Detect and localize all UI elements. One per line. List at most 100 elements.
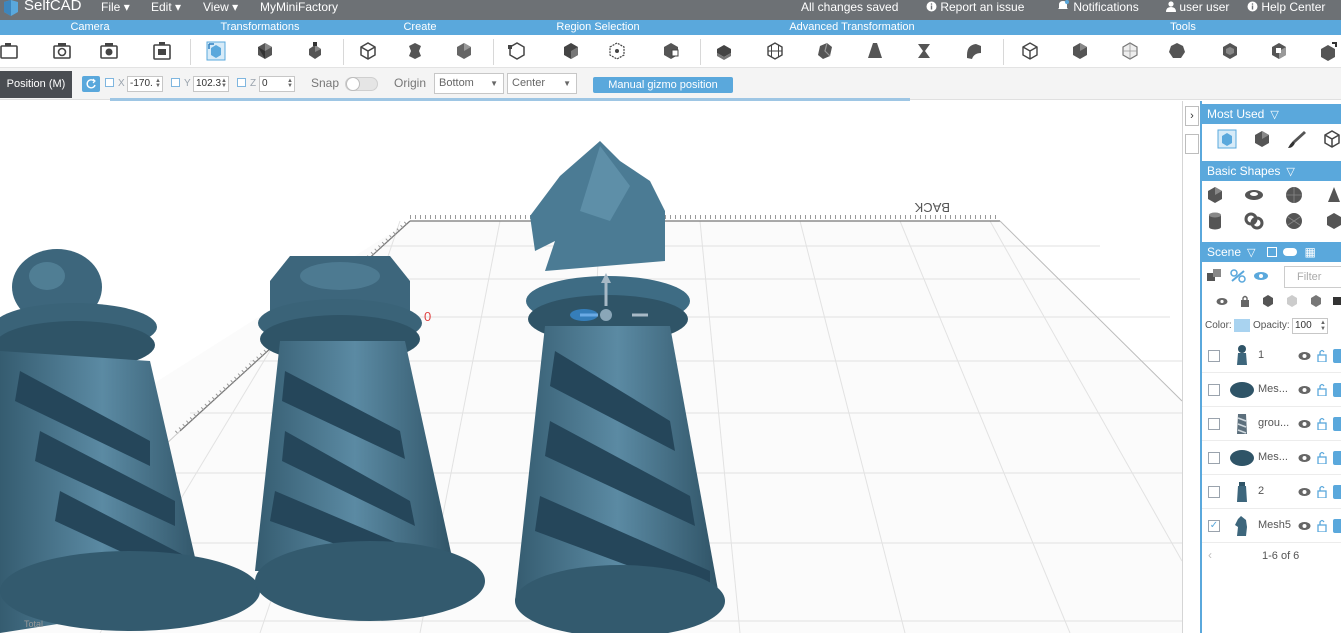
lock-open-icon[interactable]: [1317, 485, 1327, 498]
x-lock-checkbox[interactable]: [105, 78, 114, 87]
shape-cylinder-icon[interactable]: [1205, 211, 1225, 231]
tool-solid-icon[interactable]: [1070, 41, 1090, 61]
menu-myminifactory[interactable]: MyMiniFactory: [260, 0, 338, 20]
brush-icon[interactable]: [1287, 129, 1307, 149]
scene-item[interactable]: 1: [1202, 340, 1341, 373]
select-mesh-icon[interactable]: [661, 41, 681, 61]
scene-item-checkbox[interactable]: [1208, 384, 1220, 396]
solid-view-icon[interactable]: [1262, 295, 1274, 307]
camera-screenshot-icon[interactable]: [152, 41, 172, 61]
menu-view[interactable]: View ▾: [203, 0, 238, 20]
tool-boolean-icon[interactable]: [1269, 41, 1289, 61]
color-swatch[interactable]: [1234, 319, 1250, 332]
most-used-header[interactable]: Most Used ▽: [1202, 104, 1341, 124]
item-color-indicator[interactable]: [1333, 349, 1341, 363]
scene-item-checkbox[interactable]: [1208, 452, 1220, 464]
move-tool-icon[interactable]: [206, 41, 226, 61]
shape-torus-icon[interactable]: [1244, 185, 1264, 205]
rotate-tool-icon[interactable]: [255, 41, 275, 61]
tool-wireframe-icon[interactable]: [1120, 41, 1140, 61]
shape-polyhedron-icon[interactable]: [1324, 211, 1341, 231]
scale-tool-icon[interactable]: [305, 41, 325, 61]
eye-icon[interactable]: [1298, 486, 1311, 498]
scene-filter-input[interactable]: Filter: [1284, 266, 1341, 288]
lock-open-icon[interactable]: [1317, 451, 1327, 464]
refresh-icon[interactable]: [82, 76, 100, 92]
lock-open-icon[interactable]: [1317, 383, 1327, 396]
tool-shell-icon[interactable]: [1220, 41, 1240, 61]
scene-select-all-icon[interactable]: [1266, 247, 1277, 257]
report-issue-link[interactable]: Report an issue: [926, 0, 1024, 20]
bend-icon[interactable]: [964, 41, 984, 61]
select-face-icon[interactable]: [561, 41, 581, 61]
eye-icon[interactable]: [1253, 271, 1269, 281]
z-position-input[interactable]: 0 ▲ ▼: [259, 76, 295, 92]
grid-view-icon[interactable]: ▦: [1305, 245, 1316, 259]
bevel-icon[interactable]: [815, 41, 835, 61]
origin-vertical-select[interactable]: Bottom ▼: [434, 73, 504, 94]
scene-item-checkbox[interactable]: [1208, 350, 1220, 362]
scene-item[interactable]: Mes...: [1202, 374, 1341, 407]
lock-open-icon[interactable]: [1317, 417, 1327, 430]
camera-reset-icon[interactable]: [0, 41, 20, 61]
item-color-indicator[interactable]: [1333, 519, 1341, 533]
3d-viewport[interactable]: BACK 0 Total: [0, 101, 1182, 633]
scene-item[interactable]: 2: [1202, 476, 1341, 509]
tool-slicer-icon[interactable]: [1318, 41, 1338, 61]
tool-sphere-icon[interactable]: [1167, 41, 1187, 61]
extrude-icon[interactable]: [714, 41, 734, 61]
spinner-icon[interactable]: ▲ ▼: [1320, 320, 1326, 332]
help-center-link[interactable]: Help Center: [1247, 0, 1325, 20]
transparent-view-icon[interactable]: [1286, 295, 1298, 307]
shaded-view-icon[interactable]: [1310, 295, 1322, 307]
scene-item-checkbox[interactable]: ✓: [1208, 520, 1220, 532]
eye-icon[interactable]: [1298, 418, 1311, 430]
user-menu[interactable]: user user: [1166, 0, 1229, 20]
wire-cube-icon[interactable]: [1322, 129, 1341, 149]
eye-icon[interactable]: [1298, 384, 1311, 396]
item-color-indicator[interactable]: [1333, 451, 1341, 465]
select-vertex-icon[interactable]: [507, 41, 527, 61]
scene-item[interactable]: Mes...: [1202, 442, 1341, 475]
manual-gizmo-button[interactable]: Manual gizmo position: [593, 77, 733, 93]
spinner-icon[interactable]: ▲ ▼: [287, 78, 293, 89]
eye-icon[interactable]: [1298, 520, 1311, 532]
scene-item[interactable]: grou...: [1202, 408, 1341, 441]
create-shape-icon[interactable]: [405, 41, 425, 61]
scene-item[interactable]: ✓ Mesh5: [1202, 510, 1341, 543]
more-icon[interactable]: [1333, 297, 1341, 306]
collapse-panel-button[interactable]: ›: [1185, 106, 1199, 126]
camera-orbit-icon[interactable]: [52, 41, 72, 61]
camera-snapshot-icon[interactable]: [99, 41, 119, 61]
opacity-input[interactable]: 100 ▲ ▼: [1292, 318, 1328, 334]
create-box-icon[interactable]: [454, 41, 474, 61]
origin-horizontal-select[interactable]: Center ▼: [507, 73, 577, 94]
shape-geosphere-icon[interactable]: [1284, 211, 1304, 231]
create-cube-icon[interactable]: [358, 41, 378, 61]
spinner-icon[interactable]: ▲ ▼: [155, 78, 161, 89]
notifications-button[interactable]: Notifications: [1056, 0, 1139, 20]
select-region-icon[interactable]: [607, 41, 627, 61]
menu-edit[interactable]: Edit ▾: [151, 0, 181, 20]
lock-icon[interactable]: [1240, 295, 1250, 307]
item-color-indicator[interactable]: [1333, 485, 1341, 499]
snap-toggle[interactable]: [345, 77, 378, 91]
scene-item-checkbox[interactable]: [1208, 418, 1220, 430]
shape-sphere-icon[interactable]: [1284, 185, 1304, 205]
visibility-icon[interactable]: [1216, 297, 1228, 306]
twist-icon[interactable]: [914, 41, 934, 61]
group-icon[interactable]: [1207, 269, 1223, 283]
item-color-indicator[interactable]: [1333, 417, 1341, 431]
scene-toggle-icon[interactable]: [1283, 248, 1298, 256]
eye-icon[interactable]: [1298, 452, 1311, 464]
tool-stitch-icon[interactable]: [1020, 41, 1040, 61]
item-color-indicator[interactable]: [1333, 383, 1341, 397]
taper-icon[interactable]: [865, 41, 885, 61]
panel-toggle-button[interactable]: [1185, 134, 1199, 154]
shape-cone-icon[interactable]: [1324, 185, 1341, 205]
z-lock-checkbox[interactable]: [237, 78, 246, 87]
chevron-left-icon[interactable]: ‹: [1208, 548, 1212, 562]
lock-open-icon[interactable]: [1317, 349, 1327, 362]
shape-cube-icon[interactable]: [1205, 185, 1225, 205]
y-position-input[interactable]: 102.3 ▲ ▼: [193, 76, 229, 92]
